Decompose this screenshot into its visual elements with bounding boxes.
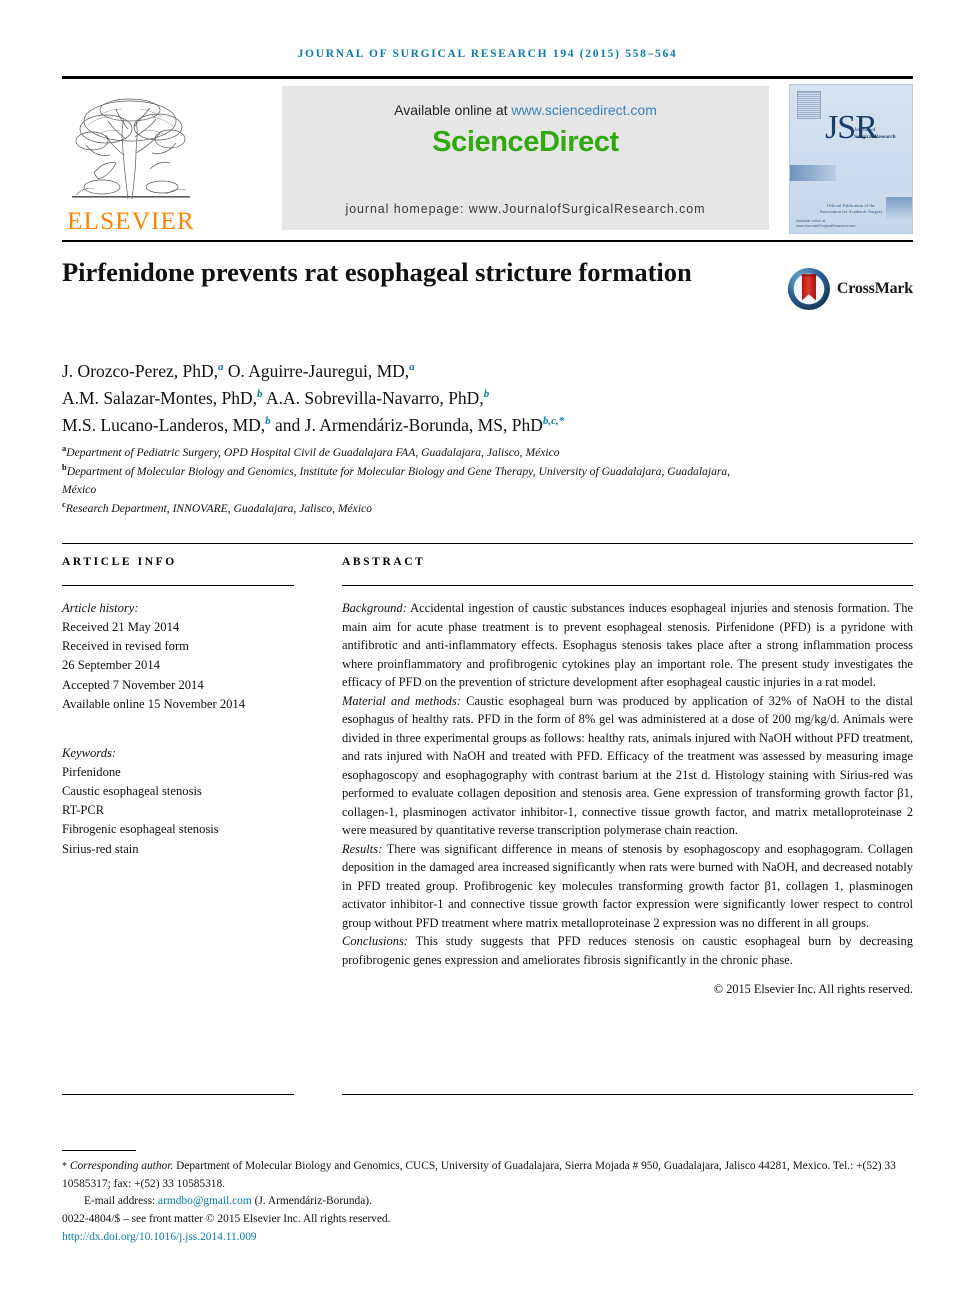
author-list: J. Orozco-Perez, PhD,a O. Aguirre-Jaureg… [62, 361, 565, 436]
history-item: Received 21 May 2014 [62, 620, 180, 635]
elsevier-wordmark: ELSEVIER [67, 208, 195, 235]
keywords-label: Keywords: [62, 745, 117, 760]
corresponding-author-line: * Corresponding author. Department of Mo… [62, 1158, 913, 1193]
cover-subtitle-line2: Surgical Research [854, 133, 896, 140]
cover-subtitle-line1: Journal of [854, 127, 876, 133]
cover-official-line2: Association for Academic Surgery [819, 208, 883, 214]
masthead: ELSEVIER Available online at www.science… [62, 82, 913, 234]
abstract-body: Background: Accidental ingestion of caus… [342, 599, 913, 969]
email-owner: (J. Armendáriz-Borunda). [251, 1195, 372, 1208]
cover-subtitle: Journal of Surgical Research [854, 127, 910, 141]
article-info-column: ARTICLE INFO Article history: Received 2… [62, 556, 294, 859]
doi-link[interactable]: http://dx.doi.org/10.1016/j.jss.2014.11.… [62, 1229, 913, 1247]
doi-anchor[interactable]: http://dx.doi.org/10.1016/j.jss.2014.11.… [62, 1231, 257, 1243]
abstract-section-text: Caustic esophageal burn was produced by … [342, 693, 913, 838]
history-item: Available online 15 November 2014 [62, 696, 246, 711]
cover-official-publication: Official Publication of the Association … [790, 203, 912, 215]
abstract-section-label: Background: [342, 601, 407, 615]
page-title: Pirfenidone prevents rat esophageal stri… [62, 257, 692, 287]
abstract-heading: ABSTRACT [342, 556, 426, 568]
divider-top [62, 76, 913, 79]
article-info-heading: ARTICLE INFO [62, 556, 177, 568]
crossmark-icon [787, 267, 830, 311]
history-item: Received in revised form [62, 639, 189, 654]
cover-official-line1: Official Publication of the [826, 203, 875, 208]
history-item: Accepted 7 November 2014 [62, 677, 204, 692]
abstract-section: Material and methods: Caustic esophageal… [342, 692, 913, 840]
keyword-item[interactable]: Fibrogenic esophageal stenosis [62, 820, 294, 839]
elsevier-logo: ELSEVIER [62, 84, 200, 234]
crossmark-label: CrossMark [836, 280, 913, 297]
sciencedirect-wordmark[interactable]: ScienceDirect [282, 126, 769, 159]
sciencedirect-link[interactable]: www.sciencedirect.com [511, 102, 657, 118]
journal-homepage-line[interactable]: journal homepage: www.JournalofSurgicalR… [282, 202, 769, 216]
journal-cover-thumbnail[interactable]: JSR Journal of Surgical Research Officia… [789, 84, 913, 234]
divider-right-bottom [342, 1094, 913, 1095]
history-item: 26 September 2014 [62, 658, 160, 673]
keyword-item[interactable]: Sirius-red stain [62, 840, 294, 859]
divider-left-bottom [62, 1094, 294, 1095]
available-online-prefix: Available online at [394, 102, 512, 118]
article-history-label: Article history: [62, 601, 139, 615]
running-head: Journal of Surgical Research 194 (2015) … [297, 48, 678, 60]
cover-footer-line1: Available online at [796, 218, 826, 223]
abstract-section: Conclusions: This study suggests that PF… [342, 932, 913, 969]
email-label: E-mail address: [84, 1195, 159, 1208]
abstract-column: ABSTRACT Background: Accidental ingestio… [342, 556, 913, 997]
abstract-section-text: Accidental ingestion of caustic substanc… [342, 601, 913, 689]
abstract-section-label: Conclusions: [342, 934, 408, 948]
abstract-section-text: This study suggests that PFD reduces ste… [342, 934, 913, 967]
elsevier-tree-icon [72, 98, 190, 200]
affiliation-list: aDepartment of Pediatric Surgery, OPD Ho… [62, 443, 731, 515]
crossmark-badge[interactable]: CrossMark [787, 262, 913, 316]
footnote-block: * Corresponding author. Department of Mo… [62, 1158, 913, 1246]
abstract-copyright: © 2015 Elsevier Inc. All rights reserved… [713, 982, 913, 996]
abstract-section-label: Results: [342, 841, 383, 856]
abstract-rule [342, 585, 913, 586]
article-info-rule [62, 585, 294, 586]
abstract-section: Background: Accidental ingestion of caus… [342, 599, 913, 692]
cover-footer-line2: www.JournalofSurgicalResearch.com [796, 223, 856, 228]
abstract-section: Results: There was significant differenc… [342, 840, 913, 933]
journal-article-first-page: Journal of Surgical Research 194 (2015) … [0, 0, 975, 1305]
keyword-item[interactable]: Caustic esophageal stenosis [62, 782, 294, 801]
cover-footer: Available online at www.JournalofSurgica… [796, 219, 856, 229]
divider-info-abstract [62, 543, 913, 544]
available-online-line: Available online at www.sciencedirect.co… [282, 102, 769, 118]
keywords-block: Keywords: Pirfenidone Caustic esophageal… [62, 744, 294, 859]
corresponding-marker: * [62, 1161, 67, 1172]
corresponding-author-address: Department of Molecular Biology and Geno… [62, 1160, 896, 1190]
email-link[interactable]: armdbo@gmail.com [158, 1195, 252, 1207]
email-line: E-mail address: armdbo@gmail.com (J. Arm… [84, 1193, 913, 1211]
corresponding-author-label: Corresponding author. [69, 1160, 174, 1172]
article-history: Article history: Received 21 May 2014 Re… [62, 599, 294, 714]
abstract-section-text: There was significant difference in mean… [342, 841, 913, 930]
footnote-rule [62, 1150, 136, 1151]
issn-line: 0022-4804/$ – see front matter © 2015 El… [62, 1213, 391, 1226]
divider-masthead [62, 240, 913, 242]
abstract-section-label: Material and methods: [342, 693, 461, 708]
keyword-item[interactable]: RT-PCR [62, 801, 294, 820]
keyword-item[interactable]: Pirfenidone [62, 763, 294, 782]
sciencedirect-band: Available online at www.sciencedirect.co… [282, 86, 769, 230]
cover-accent-bar-left [790, 165, 836, 181]
